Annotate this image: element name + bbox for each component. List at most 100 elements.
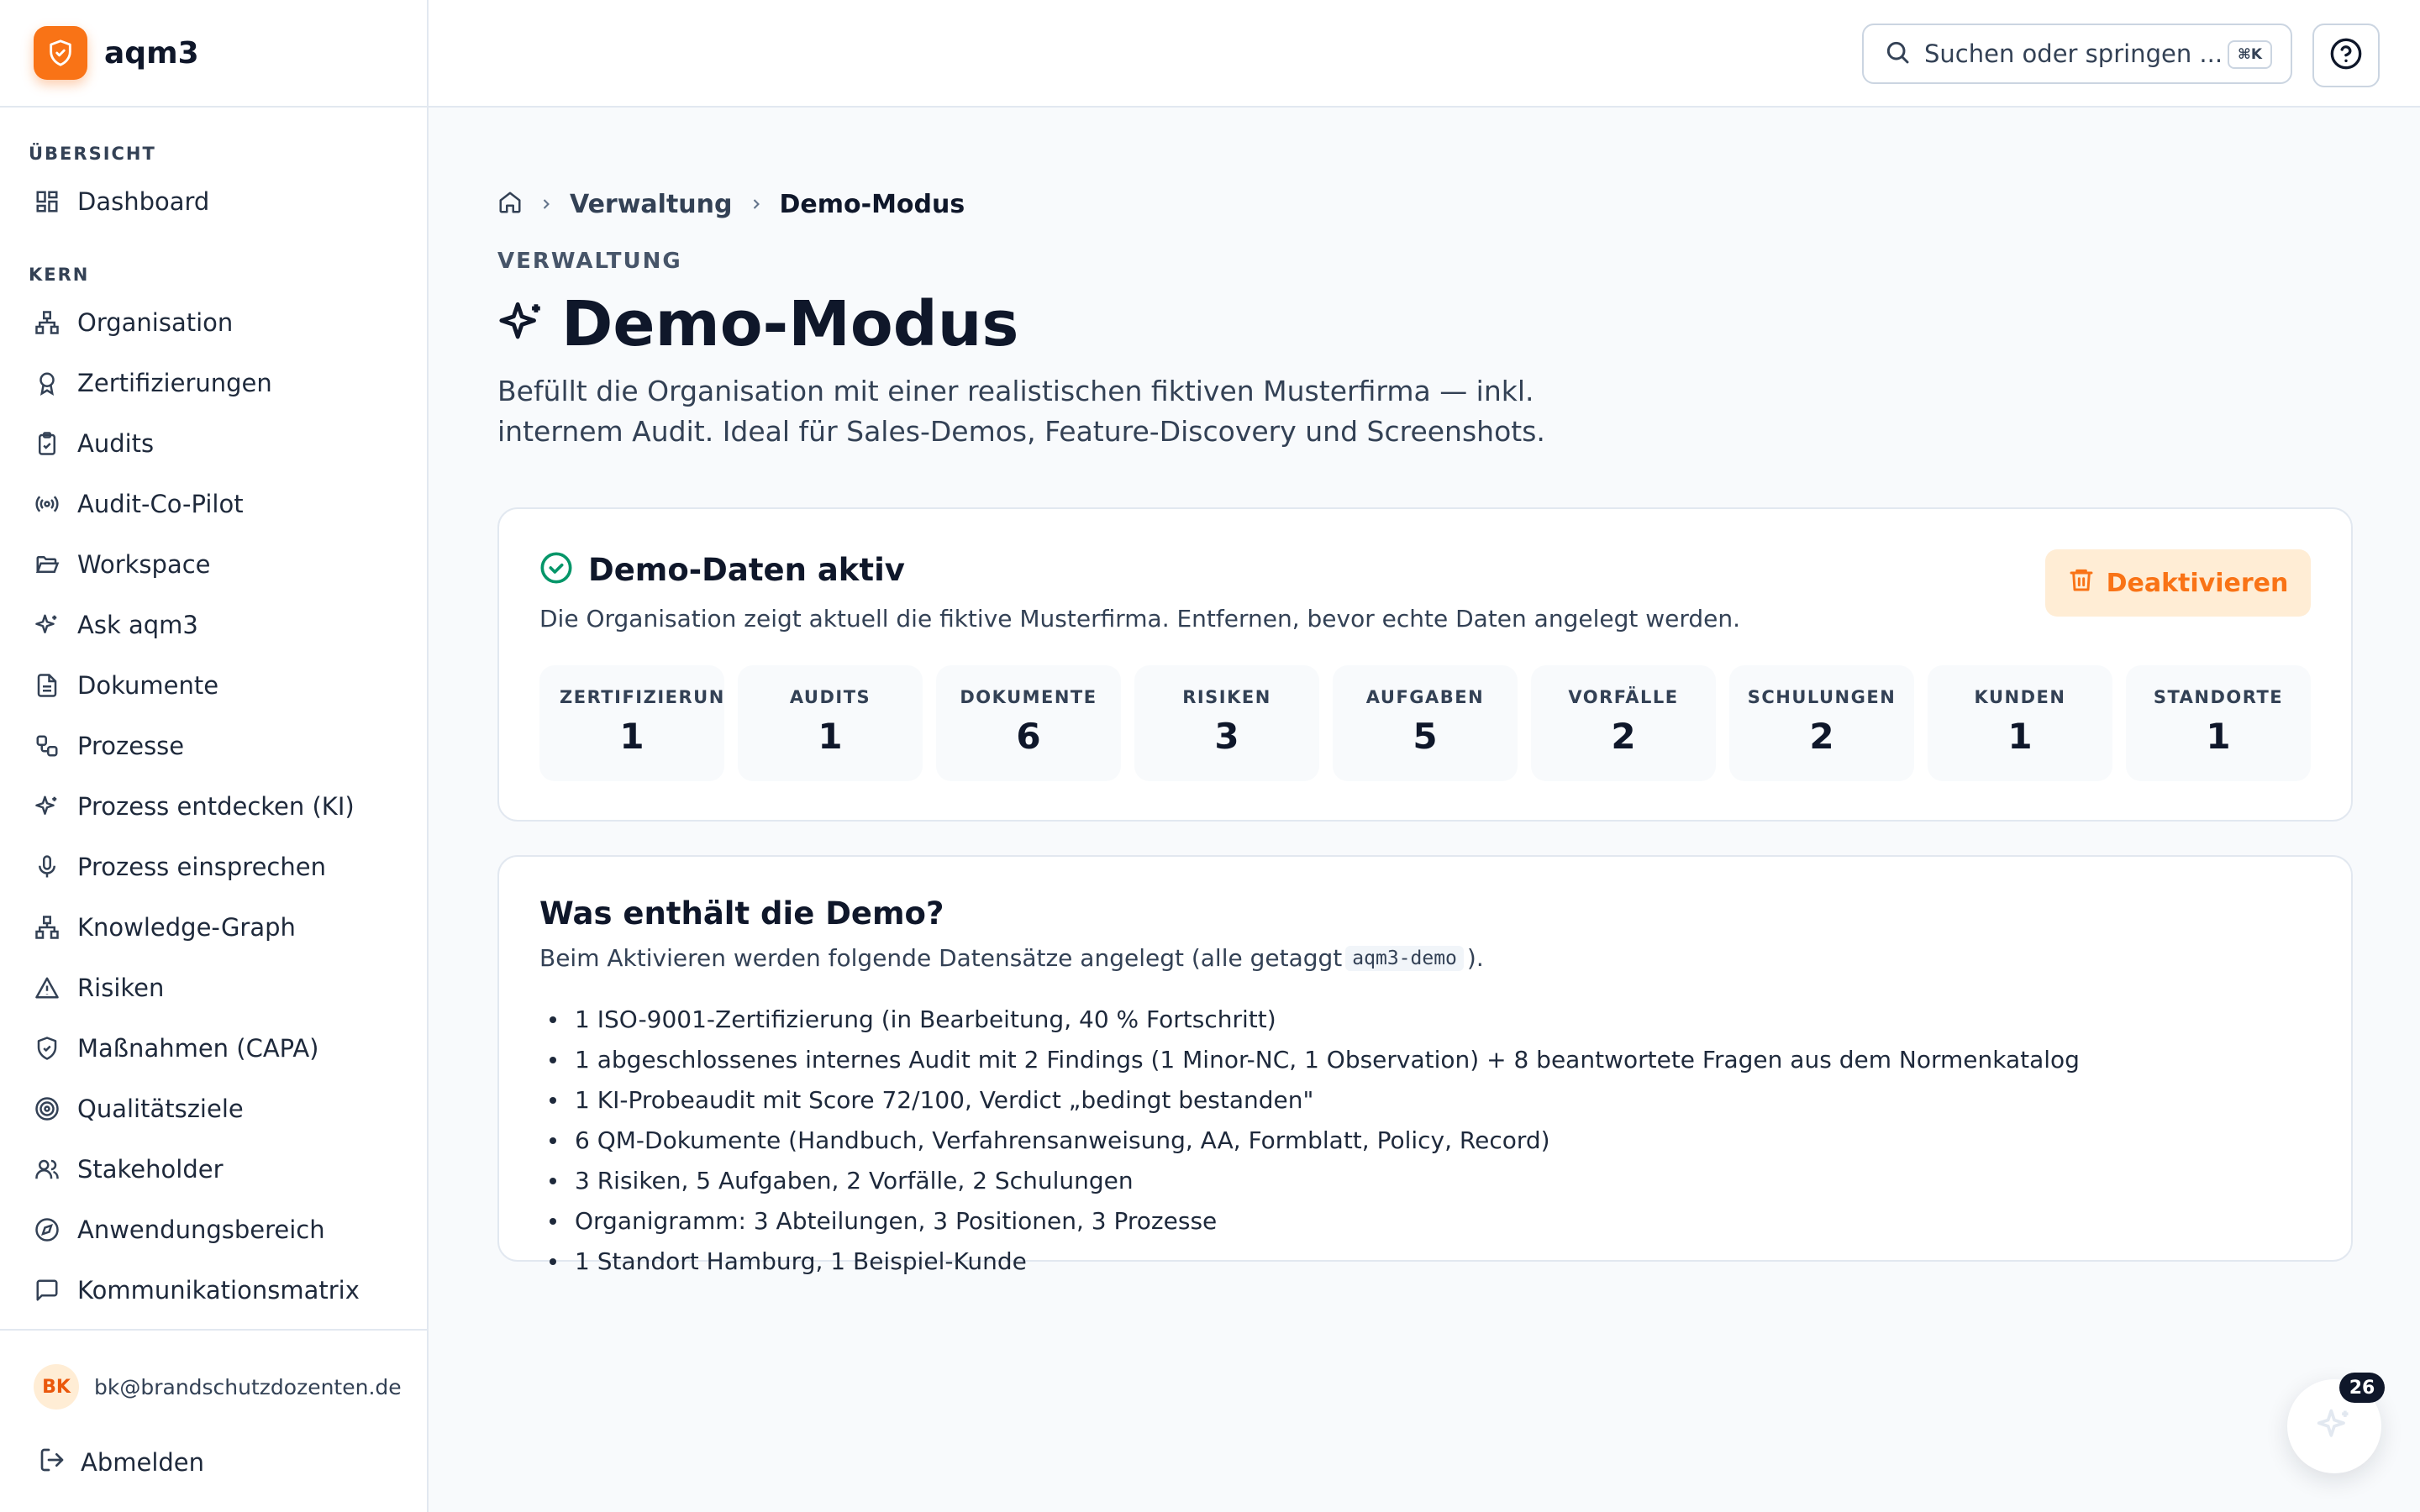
sidebar-item-prozess-entdecken[interactable]: Prozess entdecken (KI) (0, 776, 427, 837)
breadcrumb-current: Demo-Modus (779, 189, 965, 219)
sidebar: aqm3 ÜBERSICHT Dashboard KERN Organisati… (0, 0, 429, 1512)
sidebar-item-zertifizierungen[interactable]: Zertifizierungen (0, 353, 427, 413)
bullet-dot (550, 1178, 556, 1184)
stat-tile-schulungen: SCHULUNGEN 2 (1729, 665, 1914, 781)
bullet-dot (550, 1097, 556, 1104)
deactivate-button[interactable]: Deaktivieren (2045, 549, 2311, 617)
stat-value: 1 (619, 716, 644, 757)
stat-label: RISIKEN (1182, 687, 1271, 707)
sidebar-item-label: Prozess entdecken (KI) (77, 792, 355, 821)
stat-tile-dokumente: DOKUMENTE 6 (936, 665, 1121, 781)
list-item: 1 Standort Hamburg, 1 Beispiel-Kunde (539, 1242, 2080, 1282)
demo-status-card: Demo-Daten aktiv Die Organisation zeigt … (497, 507, 2353, 822)
user-email: bk@brandschutzdozenten.de (94, 1374, 402, 1399)
bullet-dot (550, 1218, 556, 1225)
contents-list: 1 ISO-9001-Zertifizierung (in Bearbeitun… (539, 1000, 2080, 1282)
sidebar-item-knowledge-graph[interactable]: Knowledge-Graph (0, 897, 427, 958)
sidebar-item-kommunikationsmatrix[interactable]: Kommunikationsmatrix (0, 1260, 427, 1320)
list-item: 6 QM-Dokumente (Handbuch, Verfahrensanwe… (539, 1121, 2080, 1161)
stat-value: 1 (818, 716, 843, 757)
page-title-row: Demo-Modus (497, 284, 1018, 365)
status-title: Demo-Daten aktiv (588, 551, 905, 588)
sparkles-icon (34, 793, 60, 820)
sidebar-item-anwendungsbereich[interactable]: Anwendungsbereich (0, 1200, 427, 1260)
page-description-line-1: Befüllt die Organisation mit einer reali… (497, 375, 1534, 407)
stat-label: SCHULUNGEN (1747, 687, 1897, 707)
stat-value: 3 (1214, 716, 1239, 757)
breadcrumb-verwaltung[interactable]: Verwaltung (570, 190, 733, 219)
contents-title: Was enthält die Demo? (539, 895, 944, 932)
sidebar-item-label: Risiken (77, 974, 165, 1002)
sidebar-item-qualitaetsziele[interactable]: Qualitätsziele (0, 1079, 427, 1139)
sidebar-item-label: Kommunikationsmatrix (77, 1276, 360, 1305)
stat-label: ZERTIFIZIERUNGEN (560, 687, 724, 707)
nav-section-overview: ÜBERSICHT (29, 144, 156, 164)
stat-tile-risiken: RISIKEN 3 (1134, 665, 1319, 781)
radio-icon (34, 491, 60, 517)
user-profile[interactable]: BK bk@brandschutzdozenten.de (0, 1356, 427, 1418)
sidebar-item-risiken[interactable]: Risiken (0, 958, 427, 1018)
contents-subtitle: Beim Aktivieren werden folgende Datensät… (539, 944, 1484, 972)
search-icon (1884, 39, 1911, 69)
sidebar-item-dashboard[interactable]: Dashboard (0, 171, 427, 232)
award-icon (34, 370, 60, 396)
stat-label: VORFÄLLE (1568, 687, 1679, 707)
logout-button[interactable]: Abmelden (0, 1431, 427, 1494)
sidebar-item-audit-co-pilot[interactable]: Audit-Co-Pilot (0, 474, 427, 534)
sidebar-item-organisation[interactable]: Organisation (0, 292, 427, 353)
sidebar-item-label: Dashboard (77, 187, 210, 216)
list-item-text: 1 Standort Hamburg, 1 Beispiel-Kunde (575, 1247, 1027, 1275)
sidebar-item-label: Maßnahmen (CAPA) (77, 1034, 319, 1063)
nav-section-core: KERN (29, 265, 90, 285)
search-input[interactable]: Suchen oder springen ... ⌘K (1862, 24, 2292, 84)
sidebar-item-massnahmen[interactable]: Maßnahmen (CAPA) (0, 1018, 427, 1079)
sparkles-icon (2316, 1406, 2353, 1446)
sidebar-item-workspace[interactable]: Workspace (0, 534, 427, 595)
shield-check-icon (34, 1035, 60, 1062)
sidebar-item-stakeholder[interactable]: Stakeholder (0, 1139, 427, 1200)
sidebar-item-label: Qualitätsziele (77, 1095, 244, 1123)
sidebar-item-label: Workspace (77, 550, 211, 579)
home-icon[interactable] (497, 190, 523, 218)
list-item: 1 KI-Probeaudit mit Score 72/100, Verdic… (539, 1080, 2080, 1121)
status-subtitle: Die Organisation zeigt aktuell die fikti… (539, 605, 1741, 633)
stat-label: KUNDEN (1974, 687, 2066, 707)
list-item-text: 6 QM-Dokumente (Handbuch, Verfahrensanwe… (575, 1126, 1550, 1154)
sidebar-item-prozess-einsprechen[interactable]: Prozess einsprechen (0, 837, 427, 897)
org-chart-icon (34, 309, 60, 336)
avatar: BK (34, 1364, 79, 1410)
notification-count-badge: 26 (2339, 1373, 2385, 1403)
sidebar-item-ask-aqm3[interactable]: Ask aqm3 (0, 595, 427, 655)
network-icon (34, 914, 60, 941)
dashboard-icon (34, 188, 60, 215)
page-title: Demo-Modus (561, 288, 1019, 360)
demo-tag-code: aqm3-demo (1345, 945, 1464, 971)
search-placeholder: Suchen oder springen ... (1924, 39, 2223, 68)
sidebar-item-audits[interactable]: Audits (0, 413, 427, 474)
brand[interactable]: aqm3 (0, 0, 427, 108)
stat-label: STANDORTE (2153, 687, 2284, 707)
sidebar-item-label: Anwendungsbereich (77, 1215, 325, 1244)
stat-value: 1 (2206, 716, 2231, 757)
status-header: Demo-Daten aktiv (539, 551, 905, 588)
stat-tile-standorte: STANDORTE 1 (2126, 665, 2311, 781)
bullet-dot (550, 1258, 556, 1265)
sidebar-item-label: Zertifizierungen (77, 369, 272, 397)
app-name: aqm3 (104, 35, 199, 71)
stat-value: 6 (1016, 716, 1041, 757)
chevron-right-icon (538, 196, 555, 213)
help-button[interactable] (2312, 24, 2380, 87)
stat-tile-audits: AUDITS 1 (738, 665, 923, 781)
stat-label: DOKUMENTE (960, 687, 1097, 707)
sidebar-item-dokumente[interactable]: Dokumente (0, 655, 427, 716)
bullet-dot (550, 1137, 556, 1144)
page-description-line-2: internem Audit. Ideal für Sales-Demos, F… (497, 415, 1545, 448)
keyboard-shortcut-badge: ⌘K (2228, 40, 2272, 69)
list-item: 1 abgeschlossenes internes Audit mit 2 F… (539, 1040, 2080, 1080)
users-icon (34, 1156, 60, 1183)
page-description: Befüllt die Organisation mit einer reali… (497, 371, 1607, 452)
sidebar-item-prozesse[interactable]: Prozesse (0, 716, 427, 776)
page-eyebrow: VERWALTUNG (497, 249, 682, 274)
contents-subtitle-end: ). (1466, 944, 1484, 972)
sidebar-item-label: Stakeholder (77, 1155, 224, 1184)
